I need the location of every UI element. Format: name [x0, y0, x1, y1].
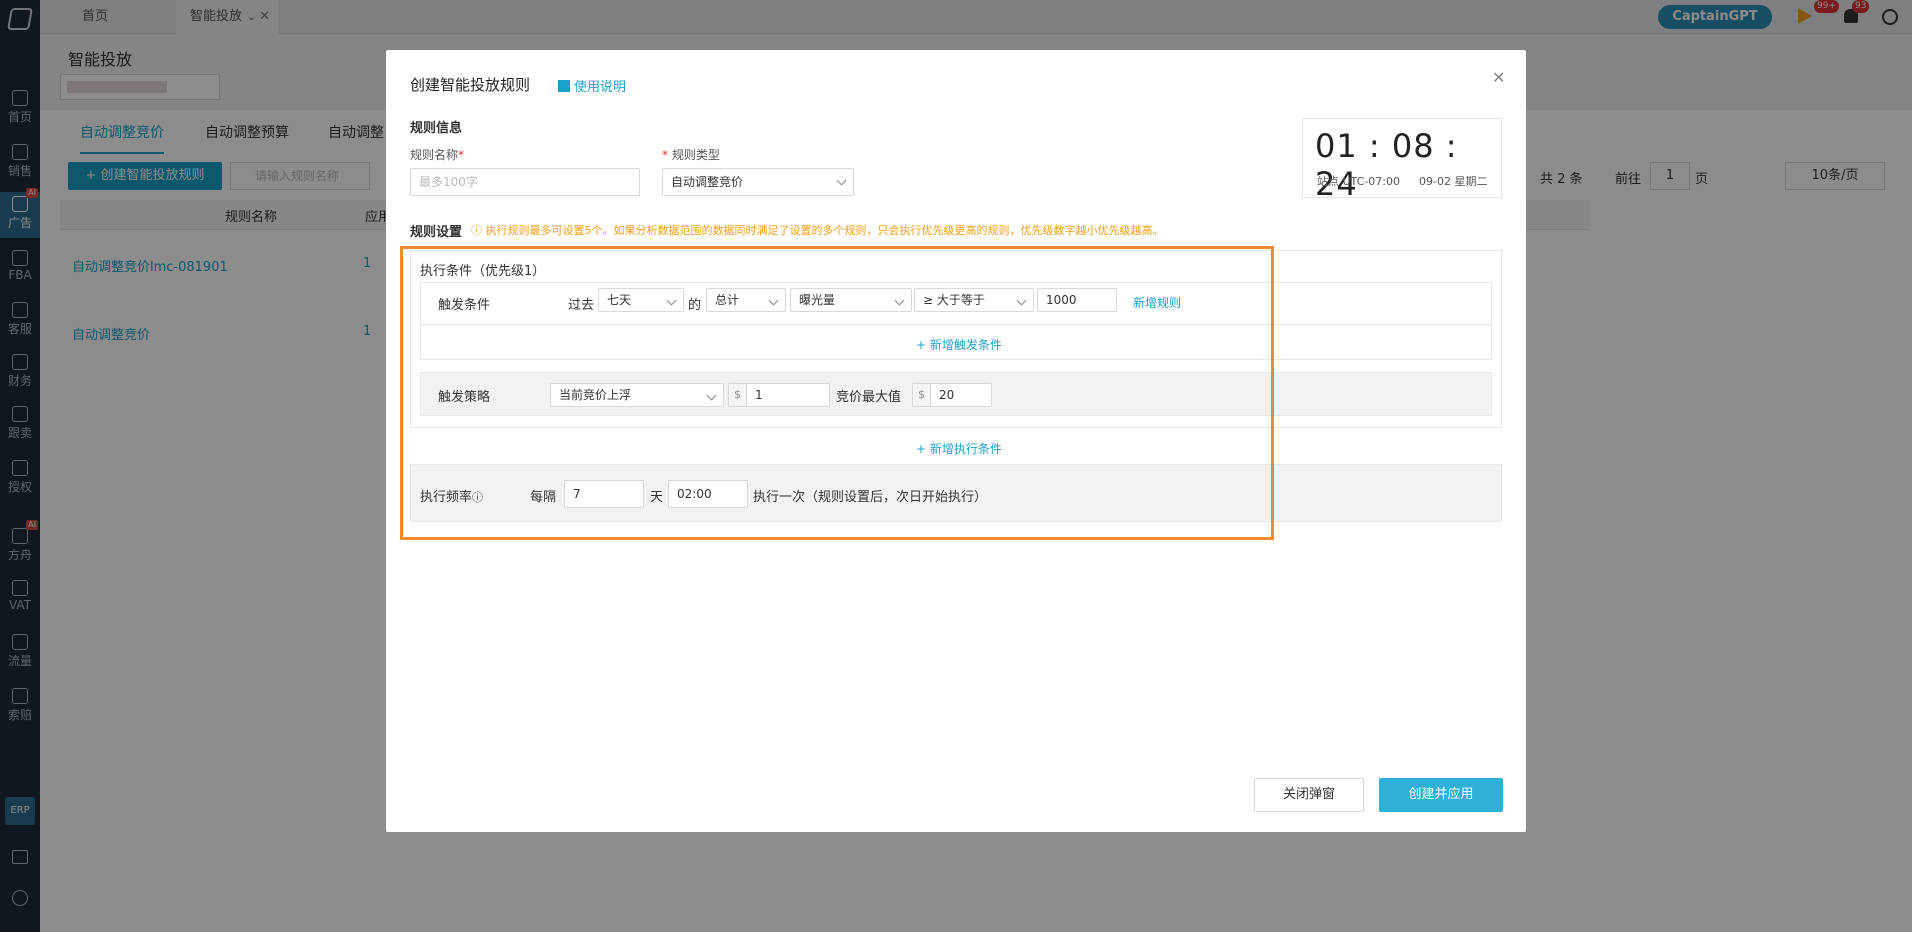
site-clock: 01 : 08 : 24 站点 UTC-07:00 09-02 星期二	[1302, 118, 1502, 203]
clock-date: 09-02 星期二	[1419, 175, 1488, 188]
rule-type-select[interactable]: 自动调整竞价	[662, 168, 854, 196]
create-apply-button[interactable]: 创建并应用	[1379, 778, 1503, 812]
section-info-title: 规则信息	[410, 121, 463, 136]
highlight-frame	[400, 246, 1274, 540]
clock-zone: 站点 UTC-07:00	[1317, 175, 1400, 188]
rules-hint: ⓘ 执行规则最多可设置5个。如果分析数据范围的数据同时满足了设置的多个规则，只会…	[471, 224, 1164, 237]
info-icon: ⓘ	[471, 224, 486, 237]
close-icon[interactable]: ✕	[1492, 68, 1505, 87]
modal-title: 创建智能投放规则	[410, 76, 531, 94]
close-modal-button[interactable]: 关闭弹窗	[1254, 778, 1364, 812]
book-icon	[558, 80, 570, 92]
type-label: * 规则类型	[662, 148, 720, 162]
name-label: 规则名称*	[410, 148, 465, 162]
rule-name-input[interactable]: 最多100字	[410, 168, 640, 196]
help-link-label: 使用说明	[574, 80, 627, 95]
clock-time: 01 : 08 : 24	[1315, 127, 1458, 203]
section-rules-title: 规则设置	[410, 225, 463, 240]
help-link[interactable]: 使用说明	[558, 76, 626, 95]
create-rule-modal: 创建智能投放规则 使用说明 ✕ 规则信息 规则名称* 最多100字 * 规则类型…	[386, 50, 1526, 832]
